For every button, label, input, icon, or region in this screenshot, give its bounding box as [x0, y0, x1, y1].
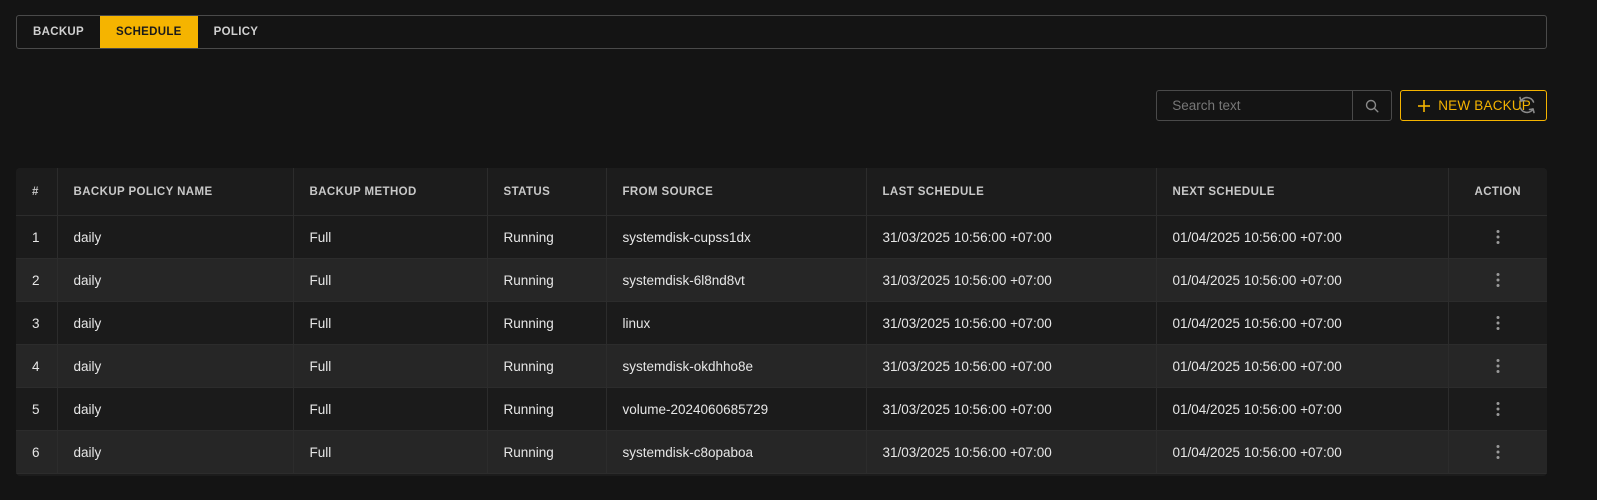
column-header-backup-method: BACKUP METHOD	[293, 168, 488, 216]
backup-method-cell: Full	[293, 430, 488, 474]
last-schedule-cell: 31/03/2025 10:56:00 +07:00	[866, 258, 1157, 302]
status-cell: Running	[487, 258, 607, 302]
column-header-next-schedule: NEXT SCHEDULE	[1156, 168, 1449, 216]
row-number: 3	[16, 301, 58, 345]
refresh-icon[interactable]	[1516, 94, 1538, 116]
table-row: 5 daily Full Running volume-2024060685729 31/…	[16, 387, 1547, 431]
tab-bar: BACKUP SCHEDULE POLICY	[16, 15, 1547, 49]
row-number: 4	[16, 344, 58, 388]
search-input[interactable]	[1157, 91, 1353, 120]
next-schedule-cell: 01/04/2025 10:56:00 +07:00	[1156, 387, 1449, 431]
policy-name-cell: daily	[57, 301, 294, 345]
from-source-cell: systemdisk-6l8nd8vt	[606, 258, 867, 302]
action-cell	[1448, 344, 1547, 388]
status-cell: Running	[487, 430, 607, 474]
table-header-row: # BACKUP POLICY NAME BACKUP METHOD STATU…	[16, 168, 1547, 216]
kebab-menu-icon[interactable]	[1495, 315, 1501, 331]
table-row: 4 daily Full Running systemdisk-okdhho8e 31/0…	[16, 344, 1547, 388]
row-number: 1	[16, 215, 58, 259]
policy-name-cell: daily	[57, 215, 294, 259]
next-schedule-cell: 01/04/2025 10:56:00 +07:00	[1156, 215, 1449, 259]
next-schedule-cell: 01/04/2025 10:56:00 +07:00	[1156, 344, 1449, 388]
next-schedule-cell: 01/04/2025 10:56:00 +07:00	[1156, 430, 1449, 474]
toolbar: NEW BACKUP	[1156, 90, 1547, 121]
last-schedule-cell: 31/03/2025 10:56:00 +07:00	[866, 301, 1157, 345]
action-cell	[1448, 301, 1547, 345]
row-number: 5	[16, 387, 58, 431]
action-cell	[1448, 430, 1547, 474]
row-number: 2	[16, 258, 58, 302]
table-row: 3 daily Full Running linux 31/03/2025 10:56:0…	[16, 301, 1547, 345]
table-row: 2 daily Full Running systemdisk-6l8nd8vt 31/0…	[16, 258, 1547, 302]
search-button[interactable]	[1352, 91, 1391, 120]
action-cell	[1448, 387, 1547, 431]
tab-policy[interactable]: POLICY	[198, 16, 275, 48]
from-source-cell: linux	[606, 301, 867, 345]
column-header-action: ACTION	[1448, 168, 1547, 216]
schedule-table-container: # BACKUP POLICY NAME BACKUP METHOD STATU…	[16, 168, 1547, 476]
kebab-menu-icon[interactable]	[1495, 401, 1501, 417]
table-body: 1 daily Full Running systemdisk-cupss1dx 31/0…	[16, 215, 1547, 474]
schedule-table: # BACKUP POLICY NAME BACKUP METHOD STATU…	[16, 168, 1547, 474]
next-schedule-cell: 01/04/2025 10:56:00 +07:00	[1156, 301, 1449, 345]
column-header-last-schedule: LAST SCHEDULE	[866, 168, 1157, 216]
kebab-menu-icon[interactable]	[1495, 229, 1501, 245]
search-icon	[1366, 99, 1379, 113]
policy-name-cell: daily	[57, 387, 294, 431]
action-cell	[1448, 258, 1547, 302]
policy-name-cell: daily	[57, 258, 294, 302]
kebab-menu-icon[interactable]	[1495, 444, 1501, 460]
status-cell: Running	[487, 301, 607, 345]
column-header-status: STATUS	[487, 168, 607, 216]
backup-method-cell: Full	[293, 301, 488, 345]
backup-method-cell: Full	[293, 215, 488, 259]
last-schedule-cell: 31/03/2025 10:56:00 +07:00	[866, 215, 1157, 259]
status-cell: Running	[487, 344, 607, 388]
row-number: 6	[16, 430, 58, 474]
table-row: 1 daily Full Running systemdisk-cupss1dx 31/0…	[16, 215, 1547, 259]
last-schedule-cell: 31/03/2025 10:56:00 +07:00	[866, 387, 1157, 431]
backup-method-cell: Full	[293, 387, 488, 431]
tab-schedule[interactable]: SCHEDULE	[100, 16, 198, 48]
policy-name-cell: daily	[57, 430, 294, 474]
from-source-cell: systemdisk-okdhho8e	[606, 344, 867, 388]
column-header-number: #	[16, 168, 58, 216]
plus-icon	[1418, 99, 1431, 112]
from-source-cell: systemdisk-c8opaboa	[606, 430, 867, 474]
tab-backup[interactable]: BACKUP	[17, 16, 100, 48]
status-cell: Running	[487, 215, 607, 259]
kebab-menu-icon[interactable]	[1495, 272, 1501, 288]
column-header-from-source: FROM SOURCE	[606, 168, 867, 216]
last-schedule-cell: 31/03/2025 10:56:00 +07:00	[866, 344, 1157, 388]
action-cell	[1448, 215, 1547, 259]
backup-method-cell: Full	[293, 258, 488, 302]
from-source-cell: systemdisk-cupss1dx	[606, 215, 867, 259]
table-row: 6 daily Full Running systemdisk-c8opaboa 31/0…	[16, 430, 1547, 474]
kebab-menu-icon[interactable]	[1495, 358, 1501, 374]
backup-method-cell: Full	[293, 344, 488, 388]
column-header-policy-name: BACKUP POLICY NAME	[57, 168, 294, 216]
search-box	[1156, 90, 1393, 121]
last-schedule-cell: 31/03/2025 10:56:00 +07:00	[866, 430, 1157, 474]
policy-name-cell: daily	[57, 344, 294, 388]
from-source-cell: volume-2024060685729	[606, 387, 867, 431]
next-schedule-cell: 01/04/2025 10:56:00 +07:00	[1156, 258, 1449, 302]
status-cell: Running	[487, 387, 607, 431]
